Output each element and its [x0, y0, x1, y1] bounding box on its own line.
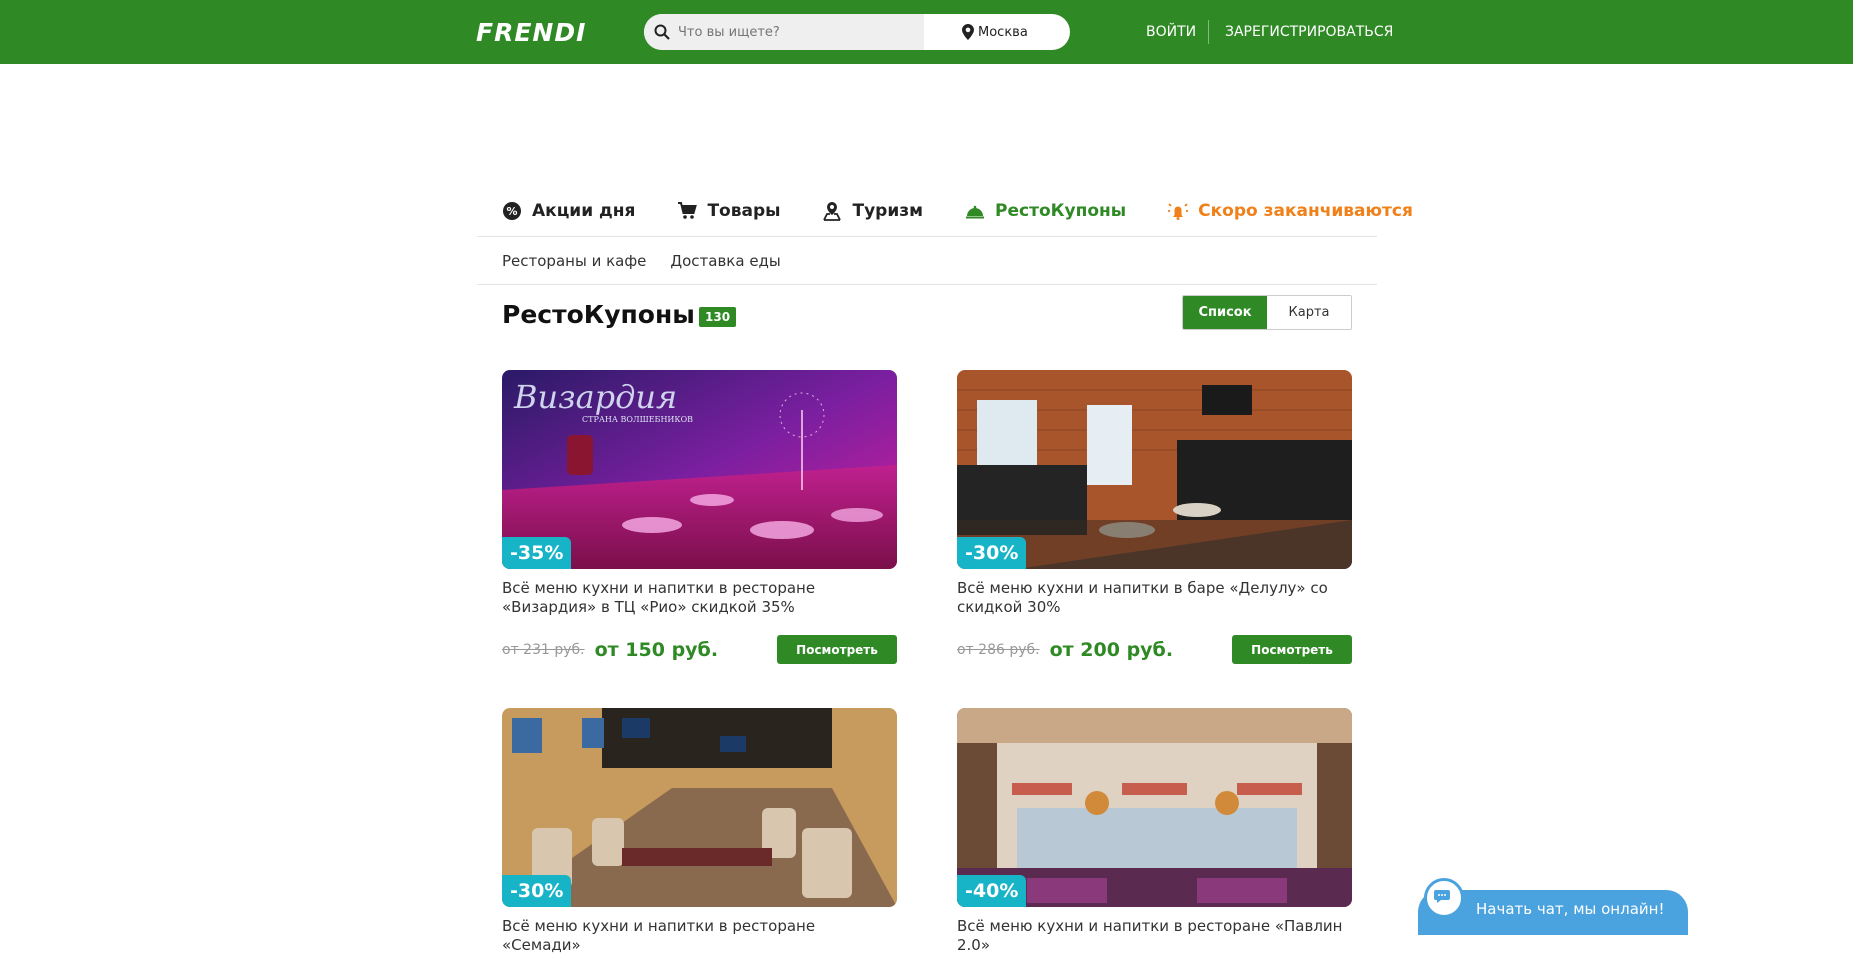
page-title: РестоКупоны: [502, 300, 695, 329]
deal-card[interactable]: -30% Всё меню кухни и напитки в ресторан…: [502, 708, 897, 955]
city-selector[interactable]: Москва: [924, 14, 1070, 50]
price-row: от 286 руб. от 200 руб. Посмотреть: [957, 635, 1352, 664]
discount-badge: -35%: [502, 537, 572, 569]
category-label: Скоро заканчиваются: [1198, 201, 1413, 221]
deal-image[interactable]: -30%: [957, 370, 1352, 569]
deal-title[interactable]: Всё меню кухни и напитки в баре «Делулу»…: [957, 579, 1352, 617]
chat-bubble-icon[interactable]: [1424, 878, 1464, 918]
discount-badge: -30%: [957, 537, 1027, 569]
subnav-food-delivery[interactable]: Доставка еды: [670, 252, 780, 270]
frendi-logo[interactable]: FRENDI: [476, 18, 586, 47]
category-label: Туризм: [852, 201, 924, 221]
search-bar: Москва: [644, 14, 1070, 50]
deal-title[interactable]: Всё меню кухни и напитки в ресторане «Па…: [957, 917, 1352, 955]
chat-label: Начать чат, мы онлайн!: [1476, 900, 1665, 918]
cloche-icon: [966, 205, 985, 219]
deal-card[interactable]: Визардия СТРАНА ВОЛШЕБНИКОВ -35% Всё мен…: [502, 370, 897, 664]
category-tourism[interactable]: Туризм: [822, 196, 923, 226]
deal-image[interactable]: Визардия СТРАНА ВОЛШЕБНИКОВ -35%: [502, 370, 897, 569]
login-link[interactable]: ВОЙТИ: [1146, 24, 1196, 40]
category-label: РестоКупоны: [995, 201, 1127, 221]
deal-image[interactable]: -40%: [957, 708, 1352, 907]
location-pin-icon: [962, 24, 974, 40]
price-row: от 231 руб. от 150 руб. Посмотреть: [502, 635, 897, 664]
category-deals[interactable]: % Акции дня: [502, 196, 635, 226]
alarm-icon: [1168, 203, 1189, 220]
category-label: Акции дня: [532, 201, 636, 221]
deal-title[interactable]: Всё меню кухни и напитки в ресторане «Ви…: [502, 579, 897, 617]
category-restocoupons[interactable]: РестоКупоны: [965, 196, 1126, 226]
subnav-restaurants[interactable]: Рестораны и кафе: [502, 252, 646, 270]
cart-icon: [678, 202, 698, 219]
deal-title[interactable]: Всё меню кухни и напитки в ресторане «Се…: [502, 917, 897, 955]
map-view-button[interactable]: Карта: [1267, 296, 1351, 329]
search-input[interactable]: [678, 24, 918, 40]
view-button[interactable]: Посмотреть: [1232, 635, 1352, 664]
list-view-button[interactable]: Список: [1183, 296, 1267, 329]
discount-badge: -40%: [957, 875, 1027, 907]
category-nav: % Акции дня Товары Туризм РестоКупоны Ск…: [502, 196, 1455, 226]
top-header: FRENDI Москва ВОЙТИ ЗАРЕГИСТРИРОВАТЬСЯ: [0, 0, 1853, 64]
svg-text:%: %: [506, 205, 517, 218]
discount-badge: -30%: [502, 875, 572, 907]
view-button[interactable]: Посмотреть: [777, 635, 897, 664]
register-link[interactable]: ЗАРЕГИСТРИРОВАТЬСЯ: [1225, 24, 1393, 40]
map-pin-icon: [823, 202, 842, 221]
city-label: Москва: [978, 24, 1028, 40]
search-box[interactable]: [644, 14, 924, 50]
count-badge: 130: [699, 307, 737, 327]
category-goods[interactable]: Товары: [677, 196, 780, 226]
old-price: от 286 руб.: [957, 641, 1040, 658]
divider: [477, 236, 1377, 237]
deal-image[interactable]: -30%: [502, 708, 897, 907]
image-brand-text: Визардия: [513, 378, 677, 416]
image-brand-subtext: СТРАНА ВОЛШЕБНИКОВ: [582, 415, 693, 424]
new-price: от 150 руб.: [594, 638, 719, 661]
deal-card[interactable]: -30% Всё меню кухни и напитки в баре «Де…: [957, 370, 1352, 664]
old-price: от 231 руб.: [502, 641, 585, 658]
subcategory-nav: Рестораны и кафе Доставка еды: [502, 252, 805, 270]
category-ending-soon[interactable]: Скоро заканчиваются: [1168, 196, 1413, 226]
category-label: Товары: [707, 201, 781, 221]
header-divider: [1208, 20, 1209, 44]
new-price: от 200 руб.: [1049, 638, 1174, 661]
deal-card[interactable]: -40% Всё меню кухни и напитки в ресторан…: [957, 708, 1352, 955]
search-icon: [654, 24, 670, 40]
divider: [477, 284, 1377, 285]
percent-badge-icon: %: [503, 202, 521, 220]
view-toggle: Список Карта: [1182, 295, 1352, 330]
